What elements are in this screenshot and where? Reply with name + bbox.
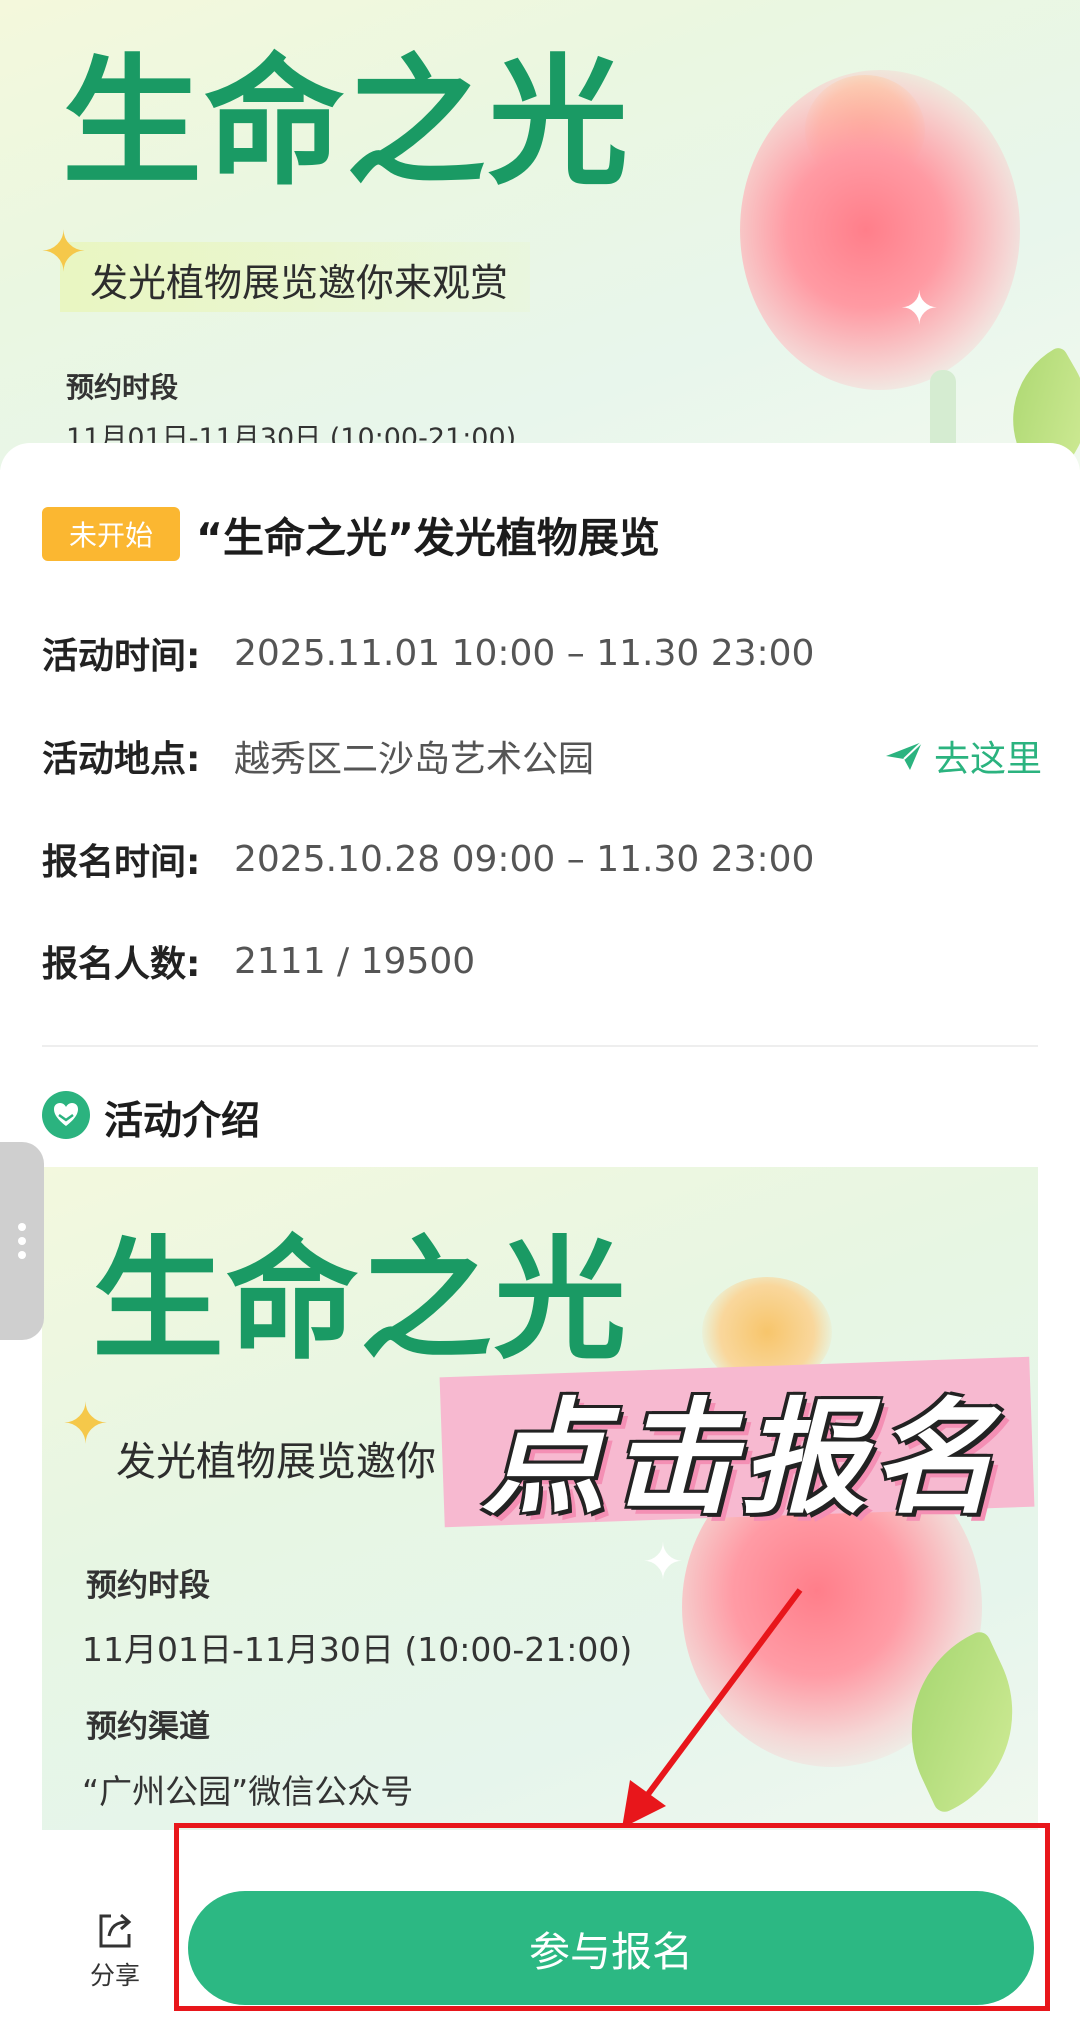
poster-channel-value: “广州公园”微信公众号 (82, 1772, 414, 1811)
intro-section-icon (42, 1091, 90, 1139)
poster-subtitle: 发光植物展览邀你 (116, 1439, 436, 1485)
banner-time-label: 预约时段 (66, 371, 179, 404)
navigate-button[interactable]: 去这里 (884, 730, 1042, 782)
banner-flower (740, 70, 1020, 390)
share-button[interactable]: 分享 (80, 1908, 150, 1998)
info-label: 报名人数: (42, 944, 201, 985)
side-drawer-handle[interactable] (0, 1142, 44, 1340)
info-value: 越秀区二沙岛艺术公园 (234, 739, 595, 780)
intro-section-title: 活动介绍 (104, 1099, 261, 1144)
divider (42, 1045, 1038, 1047)
info-row-signup-time: 报名时间: 2025.10.28 09:00 – 11.30 23:00 (42, 834, 1042, 884)
annotation-arrow (622, 1588, 803, 1828)
navigate-label: 去这里 (933, 739, 1042, 780)
info-row-location: 活动地点: 越秀区二沙岛艺术公园 去这里 (42, 731, 1042, 781)
share-icon (99, 1913, 132, 1948)
info-label: 报名时间: (42, 842, 201, 883)
sparkle-icon: ✦ (62, 1392, 109, 1457)
annotation-highlight-box (174, 1823, 1050, 2011)
navigate-icon (885, 741, 923, 770)
share-label: 分享 (89, 1961, 140, 1990)
poster-time-value: 11月01日-11月30日 (10:00-21:00) (82, 1630, 633, 1669)
banner-subtitle: 发光植物展览邀你来观赏 (90, 261, 509, 305)
sparkle-icon: ✦ (900, 281, 939, 335)
info-label: 活动地点: (42, 739, 201, 780)
signup-stamp-text: 点击报名 (482, 1387, 1003, 1531)
info-value: 2025.10.28 09:00 – 11.30 23:00 (234, 838, 815, 880)
header-banner: ✦ 生命之光 ✦ 发光植物展览邀你来观赏 预约时段 11月01日-11月30日 … (0, 0, 1080, 470)
status-badge: 未开始 (42, 507, 180, 561)
info-row-activity-time: 活动时间: 2025.11.01 10:00 – 11.30 23:00 (42, 628, 1042, 678)
info-value: 2111 / 19500 (234, 940, 476, 982)
info-label: 活动时间: (42, 636, 201, 677)
sparkle-icon: ✦ (40, 220, 87, 285)
intro-poster-image: ✦ 生命之光 ✦ 发光植物展览邀你 点击报名 预约时段 11月01日-11月30… (42, 1167, 1038, 1830)
poster-channel-label: 预约渠道 (86, 1709, 210, 1745)
event-title: “生命之光”发光植物展览 (196, 514, 660, 562)
more-vertical-icon (18, 1223, 26, 1231)
info-value: 2025.11.01 10:00 – 11.30 23:00 (234, 632, 815, 674)
poster-time-label: 预约时段 (86, 1568, 210, 1604)
info-row-signup-count: 报名人数: 2111 / 19500 (42, 936, 1042, 986)
poster-title: 生命之光 (92, 1224, 628, 1378)
banner-title: 生命之光 (62, 42, 631, 205)
